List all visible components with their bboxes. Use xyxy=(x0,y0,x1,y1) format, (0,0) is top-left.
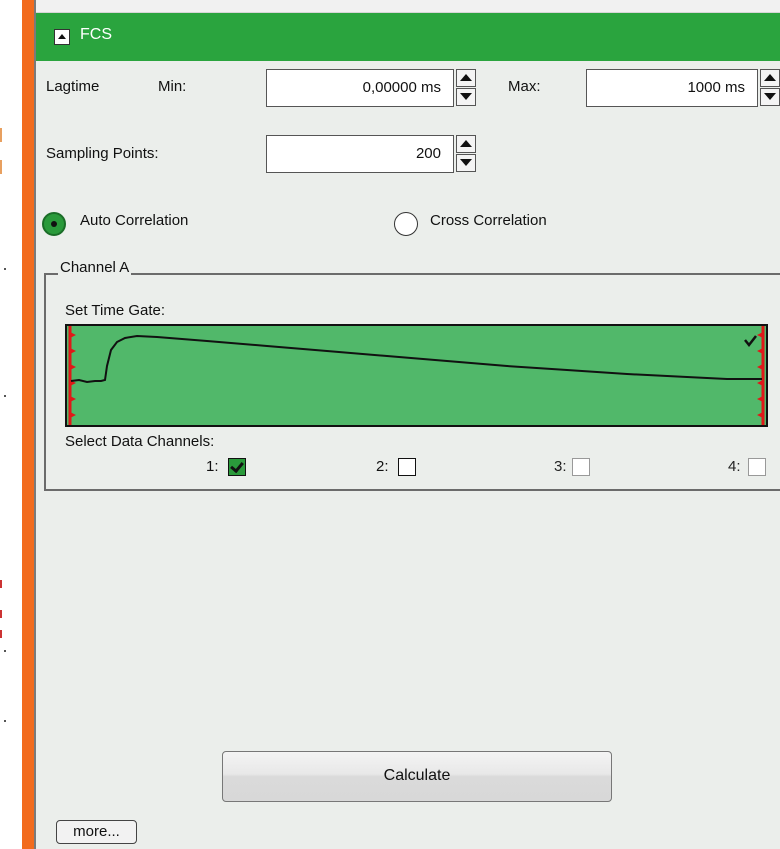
edge-marker xyxy=(0,160,2,174)
time-gate-label: Set Time Gate: xyxy=(65,302,166,319)
edge-dot xyxy=(4,268,6,270)
edge-marker xyxy=(0,580,2,588)
channel-3-checkbox[interactable] xyxy=(572,458,590,476)
channel-3-label: 3: xyxy=(554,458,567,475)
channel-1-checkbox[interactable] xyxy=(228,458,246,476)
lagtime-min-spinner xyxy=(456,69,476,107)
time-gate-plot[interactable] xyxy=(65,324,768,427)
spin-up-button[interactable] xyxy=(456,135,476,153)
sampling-points-spinner xyxy=(456,135,476,173)
fcs-panel: FCS Lagtime Min: 0,00000 ms Max: 1000 ms… xyxy=(36,0,780,849)
cross-correlation-label[interactable]: Cross Correlation xyxy=(430,212,547,229)
channel-2-checkbox[interactable] xyxy=(398,458,416,476)
panel-title: FCS xyxy=(80,26,112,43)
lagtime-max-spinner xyxy=(760,69,780,107)
edge-marker xyxy=(0,128,2,142)
lagtime-max-input[interactable]: 1000 ms xyxy=(586,69,758,107)
panel-header[interactable]: FCS xyxy=(36,13,780,61)
lagtime-min-input[interactable]: 0,00000 ms xyxy=(266,69,454,107)
edge-dot xyxy=(4,395,6,397)
channel-4-label: 4: xyxy=(728,458,741,475)
spin-down-button[interactable] xyxy=(760,88,780,106)
edge-marker xyxy=(0,630,2,638)
channel-1-label: 1: xyxy=(206,458,219,475)
calculate-button[interactable]: Calculate xyxy=(222,751,612,802)
lagtime-label: Lagtime xyxy=(46,78,100,95)
edge-dot xyxy=(4,650,6,652)
panel-top-edge xyxy=(36,0,780,13)
lagtime-max-label: Max: xyxy=(508,78,541,95)
edge-marker xyxy=(0,610,2,618)
spin-down-button[interactable] xyxy=(456,88,476,106)
auto-correlation-radio[interactable] xyxy=(42,212,66,236)
checkmark-icon xyxy=(744,335,757,348)
edge-dot xyxy=(4,720,6,722)
orange-side-bar xyxy=(22,0,34,849)
cross-correlation-radio[interactable] xyxy=(394,212,418,236)
channel-2-label: 2: xyxy=(376,458,389,475)
more-button[interactable]: more... xyxy=(56,820,137,844)
channel-a-title: Channel A xyxy=(58,259,132,276)
decay-curve xyxy=(70,334,762,384)
spin-up-button[interactable] xyxy=(760,69,780,87)
channel-4-checkbox[interactable] xyxy=(748,458,766,476)
data-channels-label: Select Data Channels: xyxy=(65,433,215,450)
spin-up-button[interactable] xyxy=(456,69,476,87)
lagtime-min-label: Min: xyxy=(158,78,187,95)
spin-down-button[interactable] xyxy=(456,154,476,172)
auto-correlation-label[interactable]: Auto Correlation xyxy=(80,212,188,229)
sampling-points-label: Sampling Points: xyxy=(46,145,159,162)
left-edge-strip xyxy=(0,0,30,849)
decay-curve-plot xyxy=(68,326,765,425)
collapse-button[interactable] xyxy=(54,29,70,45)
sampling-points-input[interactable]: 200 xyxy=(266,135,454,173)
